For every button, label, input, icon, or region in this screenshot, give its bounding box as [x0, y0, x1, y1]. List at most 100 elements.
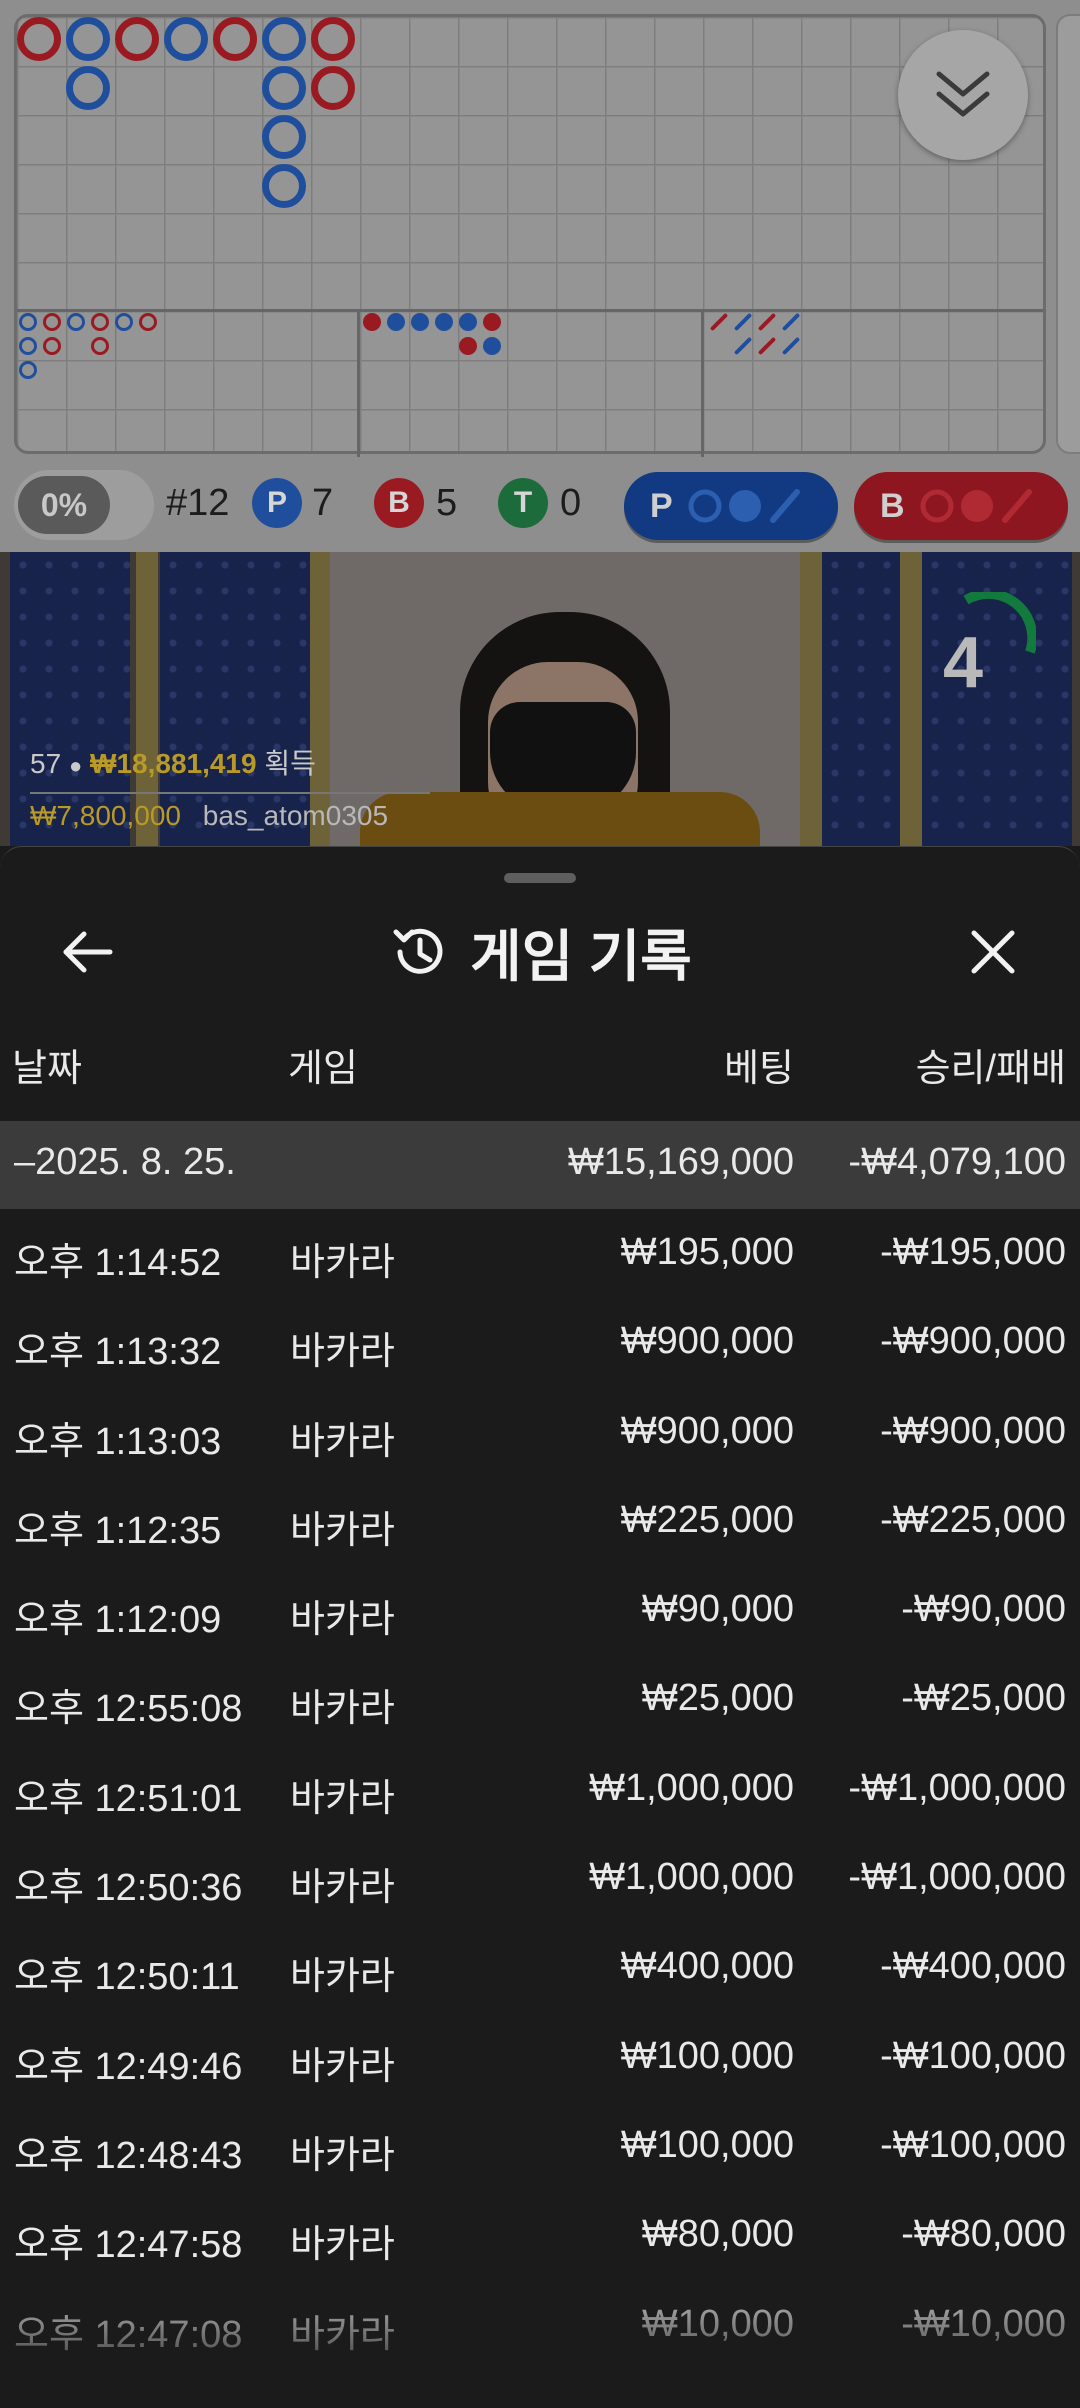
row-bet: ₩90,000 — [641, 1588, 794, 1631]
table-header: 날짜 게임 베팅 승리/패배 — [0, 1037, 1080, 1097]
header-bet: 베팅 — [724, 1048, 794, 1090]
row-time: 오후 1:12:09 — [14, 1599, 222, 1642]
header-win-loss: 승리/패배 — [915, 1048, 1066, 1090]
row-bet: ₩1,000,000 — [589, 1856, 794, 1899]
frame-decoration — [900, 552, 922, 846]
row-game: 바카라 — [290, 1777, 395, 1820]
person-icon: ● — [68, 753, 83, 778]
close-button[interactable] — [958, 917, 1028, 987]
table-row[interactable]: 오후 1:12:35 바카라 ₩225,000 -₩225,000 — [0, 1477, 1080, 1566]
row-game: 바카라 — [290, 1599, 395, 1642]
bead-banker — [213, 17, 257, 61]
row-time: 오후 1:12:35 — [14, 1509, 222, 1552]
table-row[interactable]: 오후 12:47:58 바카라 ₩80,000 -₩80,000 — [0, 2191, 1080, 2280]
username: bas_atom0305 — [202, 800, 389, 831]
summary-win-loss: -₩4,079,100 — [848, 1141, 1066, 1183]
row-win-loss: -₩80,000 — [901, 2213, 1066, 2256]
players-info: 57 ● ₩18,881,419 획득 — [30, 742, 316, 782]
divider — [30, 792, 430, 794]
road-mark — [115, 313, 133, 331]
table-row[interactable]: 오후 1:14:52 바카라 ₩195,000 -₩195,000 — [0, 1209, 1080, 1298]
scroll-fade — [0, 2287, 1080, 2408]
road-mark — [435, 313, 453, 331]
road-mark — [43, 313, 61, 331]
bet-amount: ₩7,800,000 — [30, 800, 181, 831]
road-mark — [709, 312, 729, 332]
row-game: 바카라 — [290, 1509, 395, 1552]
row-time: 오후 12:50:36 — [14, 1867, 243, 1910]
row-game: 바카라 — [290, 1420, 395, 1463]
row-win-loss: -₩1,000,000 — [848, 1766, 1066, 1809]
prediction-marks-icon — [688, 489, 800, 523]
table-row[interactable]: 오후 1:13:03 바카라 ₩900,000 -₩900,000 — [0, 1388, 1080, 1477]
percent-value: 0% — [18, 476, 110, 534]
player-prediction-button[interactable]: P — [624, 472, 838, 540]
percent-toggle[interactable]: 0% — [14, 470, 154, 540]
table-row[interactable]: 오후 12:55:08 바카라 ₩25,000 -₩25,000 — [0, 1655, 1080, 1744]
row-bet: ₩900,000 — [620, 1409, 794, 1452]
row-win-loss: -₩225,000 — [880, 1498, 1066, 1541]
summary-bet: ₩15,169,000 — [567, 1141, 794, 1183]
close-icon — [971, 930, 1015, 974]
road-mark — [19, 337, 37, 355]
road-mark — [781, 336, 801, 356]
row-game: 바카라 — [290, 2224, 395, 2267]
table-row[interactable]: 오후 12:51:01 바카라 ₩1,000,000 -₩1,000,000 — [0, 1745, 1080, 1834]
row-win-loss: -₩1,000,000 — [848, 1856, 1066, 1899]
banker-badge: B — [374, 478, 424, 528]
row-game: 바카라 — [290, 1956, 395, 1999]
road-stats-bar: 0% #12 P 7 B 5 T 0 P B — [0, 466, 1080, 546]
date-summary-row[interactable]: –2025. 8. 25. ₩15,169,000 -₩4,079,100 — [0, 1121, 1080, 1209]
row-bet: ₩100,000 — [620, 2034, 794, 2077]
road-mark — [757, 336, 777, 356]
scoreboard-divider — [701, 309, 704, 457]
row-win-loss: -₩900,000 — [880, 1409, 1066, 1452]
tie-count: 0 — [560, 482, 582, 524]
bead-player — [262, 164, 306, 208]
double-chevron-down-icon — [936, 71, 990, 117]
frame-decoration — [800, 552, 822, 846]
row-bet: ₩1,000,000 — [589, 1766, 794, 1809]
table-row[interactable]: 오후 12:50:36 바카라 ₩1,000,000 -₩1,000,000 — [0, 1834, 1080, 1923]
table-row[interactable]: 오후 12:48:43 바카라 ₩100,000 -₩100,000 — [0, 2102, 1080, 2191]
bead-banker — [311, 17, 355, 61]
road-mark — [411, 313, 429, 331]
round-number: #12 — [166, 482, 230, 524]
row-bet: ₩25,000 — [641, 1677, 794, 1720]
prediction-marks-icon — [920, 489, 1032, 523]
road-mark — [91, 337, 109, 355]
row-game: 바카라 — [290, 1867, 395, 1910]
header-game: 게임 — [288, 1048, 358, 1090]
table-row[interactable]: 오후 12:49:46 바카라 ₩100,000 -₩100,000 — [0, 2013, 1080, 2102]
road-mark — [757, 312, 777, 332]
bead-player — [66, 17, 110, 61]
drag-handle[interactable] — [504, 873, 576, 883]
table-row[interactable]: 오후 1:12:09 바카라 ₩90,000 -₩90,000 — [0, 1566, 1080, 1655]
player-prediction-label: P — [650, 486, 673, 525]
bet-info: ₩7,800,000 bas_atom0305 — [30, 800, 388, 832]
bead-player — [262, 115, 306, 159]
row-win-loss: -₩400,000 — [880, 1945, 1066, 1988]
banker-prediction-button[interactable]: B — [854, 472, 1068, 540]
row-bet: ₩400,000 — [620, 1945, 794, 1988]
road-mark — [483, 313, 501, 331]
row-time: 오후 1:13:03 — [14, 1420, 222, 1463]
row-game: 바카라 — [290, 1242, 395, 1284]
history-list: 오후 1:14:52 바카라 ₩195,000 -₩195,000 오후 1:13:32… — [0, 1209, 1080, 2370]
live-video: 4 57 ● ₩18,881,419 획득 ₩7,800,000 bas_ato… — [0, 552, 1080, 846]
row-time: 오후 12:49:46 — [14, 2045, 243, 2088]
header-date: 날짜 — [12, 1048, 82, 1090]
row-bet: ₩100,000 — [620, 2123, 794, 2166]
road-mark — [733, 312, 753, 332]
road-mark — [781, 312, 801, 332]
row-game: 바카라 — [290, 1331, 395, 1374]
row-time: 오후 12:55:08 — [14, 1688, 243, 1731]
table-row[interactable]: 오후 12:50:11 바카라 ₩400,000 -₩400,000 — [0, 1923, 1080, 2012]
road-mark — [43, 337, 61, 355]
road-mark — [363, 313, 381, 331]
collapse-scoreboard-button[interactable] — [898, 30, 1028, 160]
row-bet: ₩80,000 — [641, 2213, 794, 2256]
bead-banker — [17, 17, 61, 61]
row-win-loss: -₩195,000 — [880, 1231, 1066, 1273]
table-row[interactable]: 오후 1:13:32 바카라 ₩900,000 -₩900,000 — [0, 1298, 1080, 1387]
